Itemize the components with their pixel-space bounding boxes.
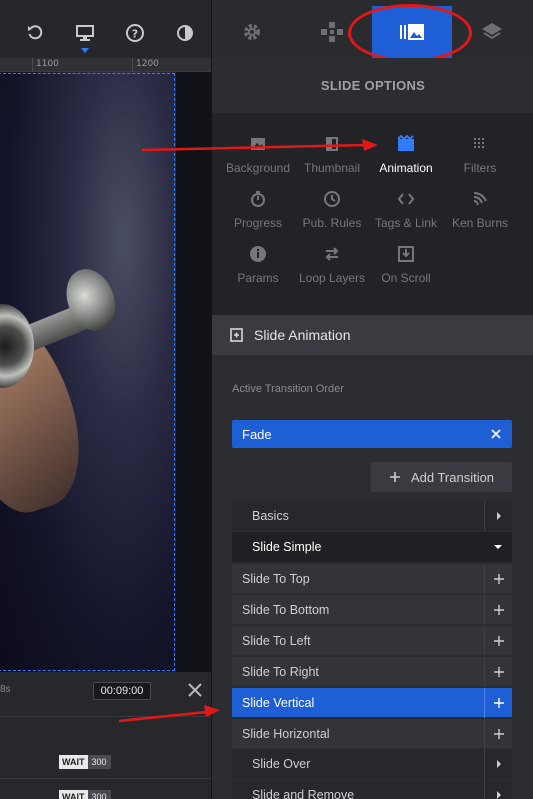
transition-label: Fade (242, 426, 272, 442)
slide-background-image (0, 72, 176, 672)
code-icon (397, 193, 415, 205)
option-loop-layers[interactable]: Loop Layers (295, 245, 369, 287)
category-slide-over[interactable]: Slide Over (232, 749, 512, 779)
transition-item[interactable]: Slide To Top (232, 563, 512, 594)
close-icon[interactable] (185, 680, 205, 700)
thumbnail-icon (326, 137, 338, 151)
active-transition-fade[interactable]: Fade (232, 420, 512, 448)
chevron-down-icon (494, 545, 502, 549)
add-frame-icon (230, 328, 243, 342)
tab-settings[interactable] (212, 6, 292, 58)
category-slide-simple[interactable]: Slide Simple (232, 532, 512, 562)
active-transition-order-label: Active Transition Order (232, 383, 344, 395)
slide-gallery-icon (400, 24, 424, 40)
transition-item-selected[interactable]: Slide Vertical (232, 687, 512, 718)
chevron-right-icon (496, 760, 501, 768)
plus-icon (493, 573, 504, 584)
stopwatch-icon (251, 191, 265, 207)
transition-item[interactable]: Slide Horizontal (232, 718, 512, 749)
slide-animation-header[interactable]: Slide Animation (212, 315, 533, 355)
film-icon (397, 135, 414, 151)
current-time[interactable]: 00:09:00 (93, 682, 151, 700)
option-params[interactable]: Params (221, 245, 295, 287)
slide-animation-title: Slide Animation (254, 327, 351, 343)
chevron-right-icon (496, 512, 501, 520)
transition-item[interactable]: Slide To Left (232, 625, 512, 656)
category-basics[interactable]: Basics (232, 501, 512, 531)
image-icon (251, 138, 265, 150)
help-icon[interactable]: ? (122, 20, 148, 46)
tab-layers[interactable] (452, 6, 532, 58)
slide-canvas[interactable] (0, 72, 211, 672)
option-progress[interactable]: Progress (221, 190, 295, 232)
device-indicator (81, 48, 89, 53)
tab-navigation[interactable] (292, 6, 372, 58)
loop-icon (325, 247, 339, 261)
ruler-label: 1100 (36, 59, 59, 69)
add-transition-button[interactable]: Add Transition (371, 462, 512, 492)
option-pub-rules[interactable]: Pub. Rules (295, 190, 369, 232)
wait-badge: WAIT 300 (59, 790, 111, 799)
clock-icon (324, 191, 340, 207)
slide-options-grid: Background Thumbnail Animation Filters P… (212, 113, 533, 315)
editor-area: ? 1100 1200 8s 00:09:00 WAIT 300 WAIT 30… (0, 0, 211, 799)
filters-icon (474, 138, 484, 148)
panel-title: SLIDE OPTIONS (212, 58, 533, 113)
option-thumbnail[interactable]: Thumbnail (295, 135, 369, 177)
plus-icon (493, 604, 504, 615)
panel-tabs (212, 0, 533, 62)
download-icon (398, 246, 414, 262)
timeline: 8s 00:09:00 WAIT 300 WAIT 300 (0, 672, 211, 799)
option-background[interactable]: Background (221, 135, 295, 177)
editor-toolbar: ? (0, 0, 211, 58)
ruler-label: 1200 (136, 59, 159, 69)
undo-icon[interactable] (22, 20, 48, 46)
category-slide-and-remove[interactable]: Slide and Remove (232, 780, 512, 799)
ken-burns-icon (473, 192, 487, 206)
option-on-scroll[interactable]: On Scroll (369, 245, 443, 287)
transition-item[interactable]: Slide To Bottom (232, 594, 512, 625)
options-panel: SLIDE OPTIONS Background Thumbnail Anima… (211, 0, 533, 799)
gear-icon (244, 24, 260, 40)
close-icon[interactable] (490, 428, 502, 440)
gamepad-icon (321, 22, 343, 42)
plus-icon (493, 635, 504, 646)
plus-icon (493, 728, 504, 739)
option-ken-burns[interactable]: Ken Burns (443, 190, 517, 232)
plus-icon (493, 697, 504, 708)
wait-badge: WAIT 300 (59, 755, 111, 769)
plus-icon (493, 666, 504, 677)
monitor-icon[interactable] (72, 20, 98, 46)
option-filters[interactable]: Filters (443, 135, 517, 177)
info-icon (250, 246, 266, 262)
plus-icon (389, 472, 400, 482)
layers-icon (482, 23, 502, 40)
timeline-seconds: 8s (0, 684, 11, 695)
chevron-right-icon (496, 791, 501, 799)
option-tags-link[interactable]: Tags & Link (369, 190, 443, 232)
option-animation[interactable]: Animation (369, 135, 443, 177)
transition-item[interactable]: Slide To Right (232, 656, 512, 687)
slide-animation-body: Active Transition Order Fade Add Transit… (212, 355, 533, 799)
ruler: 1100 1200 (0, 58, 211, 72)
svg-text:?: ? (132, 28, 138, 41)
tab-slide-options[interactable] (372, 6, 452, 58)
contrast-icon[interactable] (172, 20, 198, 46)
add-transition-label: Add Transition (410, 469, 495, 485)
